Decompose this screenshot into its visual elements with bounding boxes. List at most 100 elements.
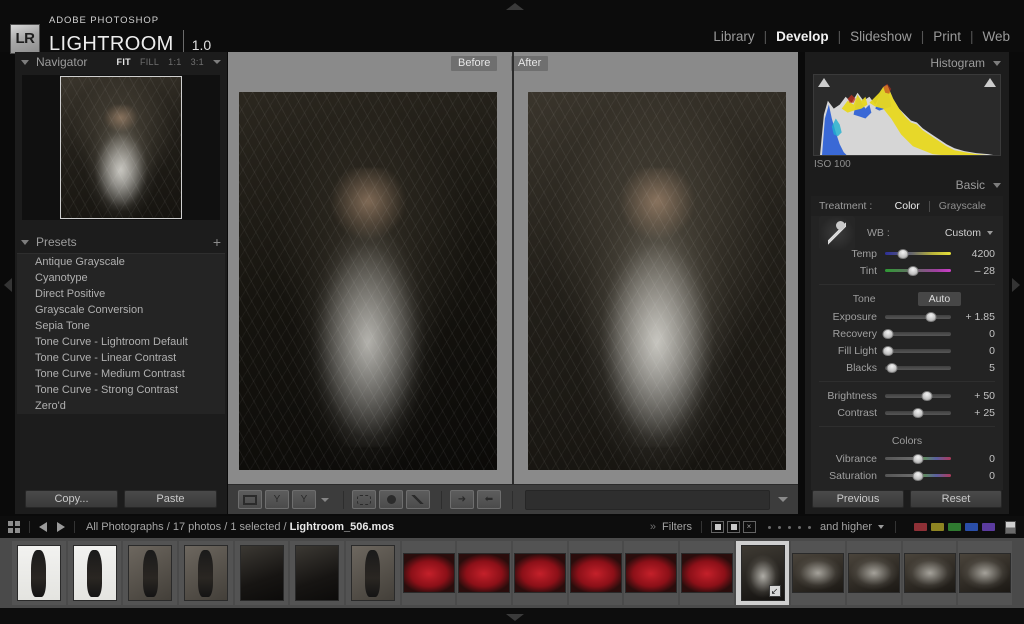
thumbnail-badge-icon[interactable]: ↙ <box>769 585 781 597</box>
navigator-thumbnail[interactable] <box>60 76 182 219</box>
filmstrip-thumb[interactable] <box>513 541 567 605</box>
reset-button[interactable]: Reset <box>910 490 1002 508</box>
nav-mode-3-1[interactable]: 3:1 <box>191 57 204 67</box>
filmstrip-thumb[interactable] <box>569 541 623 605</box>
grid-view-icon[interactable] <box>8 521 20 533</box>
tint-value[interactable]: – 28 <box>959 265 995 277</box>
brightness-slider[interactable] <box>885 394 951 398</box>
module-print[interactable]: Print <box>931 29 963 44</box>
nav-mode-fill[interactable]: FILL <box>140 57 159 67</box>
filmstrip-collapse-icon[interactable] <box>506 614 524 621</box>
vibrance-value[interactable]: 0 <box>959 453 995 465</box>
color-label-green[interactable] <box>948 523 961 531</box>
preset-item[interactable]: Antique Grayscale <box>17 254 225 270</box>
histogram-header[interactable]: Histogram <box>805 52 1009 74</box>
toolbar-info-field[interactable] <box>525 490 770 510</box>
preset-item[interactable]: Tone Curve - Strong Contrast <box>17 382 225 398</box>
blacks-value[interactable]: 5 <box>959 362 995 374</box>
module-web[interactable]: Web <box>980 29 1012 44</box>
before-after-right-icon[interactable]: Y <box>292 490 316 509</box>
preset-item[interactable]: Tone Curve - Medium Contrast <box>17 366 225 382</box>
treatment-grayscale[interactable]: Grayscale <box>930 200 995 212</box>
before-after-left-icon[interactable]: Y <box>265 490 289 509</box>
contrast-value[interactable]: + 25 <box>959 407 995 419</box>
recovery-value[interactable]: 0 <box>959 328 995 340</box>
basic-disclosure-icon[interactable] <box>993 183 1001 188</box>
filmstrip-thumb[interactable] <box>847 541 901 605</box>
filmstrip-thumb[interactable] <box>457 541 511 605</box>
filmstrip-thumb[interactable] <box>179 541 233 605</box>
filmstrip-thumb[interactable] <box>958 541 1012 605</box>
preset-item[interactable]: Zero'd <box>17 398 225 414</box>
flag-rejected-icon[interactable]: × <box>743 521 756 533</box>
and-higher-chevron-down-icon[interactable] <box>878 525 884 529</box>
remove-spots-icon[interactable] <box>379 490 403 509</box>
arrow-forward-icon[interactable] <box>57 522 65 532</box>
preset-item[interactable]: Grayscale Conversion <box>17 302 225 318</box>
shadow-clipping-icon[interactable] <box>818 78 830 87</box>
wb-chevron-down-icon[interactable] <box>987 231 993 235</box>
before-image[interactable] <box>239 92 497 470</box>
crop-overlay-icon[interactable] <box>352 490 376 509</box>
rating-stars[interactable] <box>768 526 811 529</box>
paste-button[interactable]: Paste <box>124 490 217 508</box>
filmstrip-thumb[interactable] <box>68 541 122 605</box>
filmstrip-thumb[interactable] <box>903 541 957 605</box>
module-develop[interactable]: Develop <box>774 29 831 44</box>
treatment-color[interactable]: Color <box>886 200 929 212</box>
star-1-icon[interactable] <box>768 526 771 529</box>
copy-button[interactable]: Copy... <box>25 490 118 508</box>
right-panel-collapse-icon[interactable] <box>1012 278 1020 292</box>
previous-button[interactable]: Previous <box>812 490 904 508</box>
fill-light-slider[interactable] <box>885 349 951 353</box>
recovery-slider[interactable] <box>885 332 951 336</box>
filmstrip-thumb-selected[interactable]: ↙ <box>736 541 790 605</box>
exposure-slider[interactable] <box>885 315 951 319</box>
flag-unflagged-icon[interactable] <box>727 521 740 533</box>
module-slideshow[interactable]: Slideshow <box>848 29 914 44</box>
color-label-red[interactable] <box>914 523 927 531</box>
histogram-disclosure-icon[interactable] <box>993 61 1001 66</box>
filmstrip-thumb[interactable] <box>12 541 66 605</box>
filters-label[interactable]: Filters <box>662 521 692 533</box>
preset-item[interactable]: Sepia Tone <box>17 318 225 334</box>
preset-item[interactable]: Tone Curve - Lightroom Default <box>17 334 225 350</box>
histogram-graph[interactable] <box>813 74 1001 156</box>
red-eye-icon[interactable] <box>406 490 430 509</box>
top-panel-collapse-icon[interactable] <box>506 3 524 10</box>
flag-pick-icon[interactable] <box>711 521 724 533</box>
navigator-header[interactable]: Navigator FIT FILL 1:1 3:1 <box>15 52 227 72</box>
star-2-icon[interactable] <box>778 526 781 529</box>
filmstrip-thumb[interactable] <box>346 541 400 605</box>
fill-light-value[interactable]: 0 <box>959 345 995 357</box>
filmstrip-thumb[interactable] <box>402 541 456 605</box>
exposure-value[interactable]: + 1.85 <box>959 311 995 323</box>
auto-tone-button[interactable]: Auto <box>918 292 962 306</box>
tint-slider[interactable] <box>885 269 951 272</box>
eyedropper-icon[interactable] <box>819 216 855 250</box>
left-panel-collapse-icon[interactable] <box>4 278 12 292</box>
nav-mode-1-1[interactable]: 1:1 <box>168 57 181 67</box>
filmstrip-thumb[interactable] <box>235 541 289 605</box>
color-label-yellow[interactable] <box>931 523 944 531</box>
vibrance-slider[interactable] <box>885 457 951 460</box>
arrow-back-icon[interactable] <box>39 522 47 532</box>
star-3-icon[interactable] <box>788 526 791 529</box>
filmstrip-thumb[interactable] <box>680 541 734 605</box>
highlight-clipping-icon[interactable] <box>984 78 996 87</box>
filters-expand-icon[interactable]: » <box>650 521 656 533</box>
module-library[interactable]: Library <box>711 29 756 44</box>
loupe-view-icon[interactable] <box>238 490 262 509</box>
and-higher-label[interactable]: and higher <box>820 521 872 533</box>
preset-item[interactable]: Cyanotype <box>17 270 225 286</box>
arrow-left-icon[interactable]: ⬅ <box>477 490 501 509</box>
blacks-slider[interactable] <box>885 366 951 370</box>
filmstrip-thumb[interactable] <box>624 541 678 605</box>
presets-disclosure-icon[interactable] <box>21 240 29 245</box>
toolbar-info-caret-icon[interactable] <box>778 497 788 502</box>
wb-value[interactable]: Custom <box>945 227 981 239</box>
temp-value[interactable]: 4200 <box>959 248 995 260</box>
preset-item[interactable]: Direct Positive <box>17 286 225 302</box>
star-4-icon[interactable] <box>798 526 801 529</box>
color-label-blue[interactable] <box>965 523 978 531</box>
